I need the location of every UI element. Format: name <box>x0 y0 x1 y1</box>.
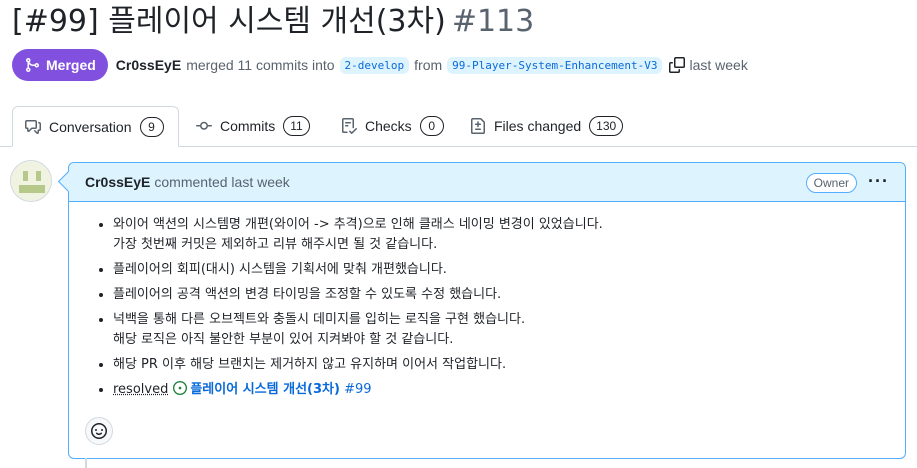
tab-commits-count: 11 <box>283 116 310 136</box>
tab-files-changed-label: Files changed <box>494 118 582 134</box>
merge-text: merged 11 commits into <box>186 57 335 73</box>
list-item-line: 넉백을 통해 다른 오브젝트와 충돌시 데미지를 입히는 로직을 구현 했습니다… <box>113 312 526 327</box>
pr-meta: Merged Cr0ssEyE merged 11 commits into 2… <box>12 49 748 81</box>
tab-commits[interactable]: Commits 11 <box>184 106 322 146</box>
tab-commits-label: Commits <box>220 118 276 134</box>
tab-files-changed[interactable]: Files changed 130 <box>458 106 635 146</box>
issue-title: 플레이어 시스템 개선(3차) <box>190 382 340 397</box>
git-merge-icon <box>24 57 40 73</box>
add-reaction-button[interactable] <box>85 417 113 445</box>
comment-header: Cr0ssEyE commented last week Owner ··· <box>69 163 905 202</box>
comment-discussion-icon <box>25 119 41 135</box>
merged-label: Merged <box>46 57 96 73</box>
resolved-label: resolved <box>113 382 169 397</box>
list-item-line: 와이어 액션의 시스템명 개편(와이어 -> 추격)으로 인해 클래스 네이밍 … <box>113 217 603 232</box>
pr-author-link[interactable]: Cr0ssEyE <box>116 57 181 73</box>
list-item-line: 가장 첫번째 커밋은 제외하고 리뷰 해주시면 될 것 같습니다. <box>113 237 438 252</box>
copy-icon[interactable] <box>669 57 686 73</box>
list-item: 플레이어의 회피(대시) 시스템을 기획서에 맞춰 개편했습니다. <box>113 260 603 280</box>
smiley-icon <box>91 423 107 439</box>
owner-badge: Owner <box>805 173 857 193</box>
tab-conversation-count: 9 <box>139 116 164 137</box>
comment-author-link[interactable]: Cr0ssEyE <box>85 174 150 190</box>
list-item-line: 해당 PR 이후 해당 브랜치는 제거하지 않고 유지하며 이어서 작업합니다. <box>113 357 507 372</box>
issue-link[interactable]: 플레이어 시스템 개선(3차) #99 <box>190 382 371 397</box>
list-item: 넉백을 통해 다른 오브젝트와 충돌시 데미지를 입히는 로직을 구현 했습니다… <box>113 310 603 350</box>
comment-body: 와이어 액션의 시스템명 개편(와이어 -> 추격)으로 인해 클래스 네이밍 … <box>91 215 603 405</box>
list-item: resolved 플레이어 시스템 개선(3차) #99 <box>113 380 603 400</box>
tab-checks[interactable]: Checks 0 <box>329 106 456 146</box>
pr-title-text: [#99] 플레이어 시스템 개선(3차) <box>12 4 446 39</box>
pr-tabs: Conversation 9 Commits 11 Checks 0 Files… <box>0 106 917 147</box>
base-branch-link[interactable]: 2-develop <box>339 56 410 74</box>
pr-title: [#99] 플레이어 시스템 개선(3차) #113 <box>12 2 534 42</box>
issue-opened-icon <box>173 381 188 395</box>
from-text: from <box>414 57 443 73</box>
tab-checks-count: 0 <box>419 116 444 136</box>
tab-conversation-label: Conversation <box>49 118 132 135</box>
git-commit-icon <box>196 118 212 134</box>
relative-time: last week <box>689 57 748 73</box>
kebab-horizontal-icon[interactable]: ··· <box>868 171 889 192</box>
merged-state-badge: Merged <box>12 49 108 81</box>
comment-box: Cr0ssEyE commented last week Owner ··· 와… <box>68 162 906 459</box>
list-item: 와이어 액션의 시스템명 개편(와이어 -> 추격)으로 인해 클래스 네이밍 … <box>113 215 603 255</box>
list-item-line: 해당 로직은 아직 불안한 부분이 있어 지켜봐야 할 것 같습니다. <box>113 332 454 347</box>
issue-number: #99 <box>344 382 372 397</box>
comment-action: commented last week <box>154 174 290 190</box>
list-item-line: 플레이어의 공격 액션의 변경 타이밍을 조정할 수 있도록 수정 했습니다. <box>113 287 502 302</box>
timeline-line <box>85 458 87 468</box>
list-item: 해당 PR 이후 해당 브랜치는 제거하지 않고 유지하며 이어서 작업합니다. <box>113 355 603 375</box>
file-diff-icon <box>470 118 486 134</box>
list-item: 플레이어의 공격 액션의 변경 타이밍을 조정할 수 있도록 수정 했습니다. <box>113 285 603 305</box>
tab-files-changed-count: 130 <box>589 116 624 136</box>
list-item-line: 플레이어의 회피(대시) 시스템을 기획서에 맞춰 개편했습니다. <box>113 262 447 277</box>
avatar[interactable] <box>10 160 52 202</box>
tab-checks-label: Checks <box>365 118 412 134</box>
pr-number: #113 <box>451 4 535 39</box>
checklist-icon <box>341 118 357 134</box>
head-branch-link[interactable]: 99-Player-System-Enhancement-V3 <box>447 56 663 74</box>
tab-conversation[interactable]: Conversation 9 <box>12 106 179 147</box>
